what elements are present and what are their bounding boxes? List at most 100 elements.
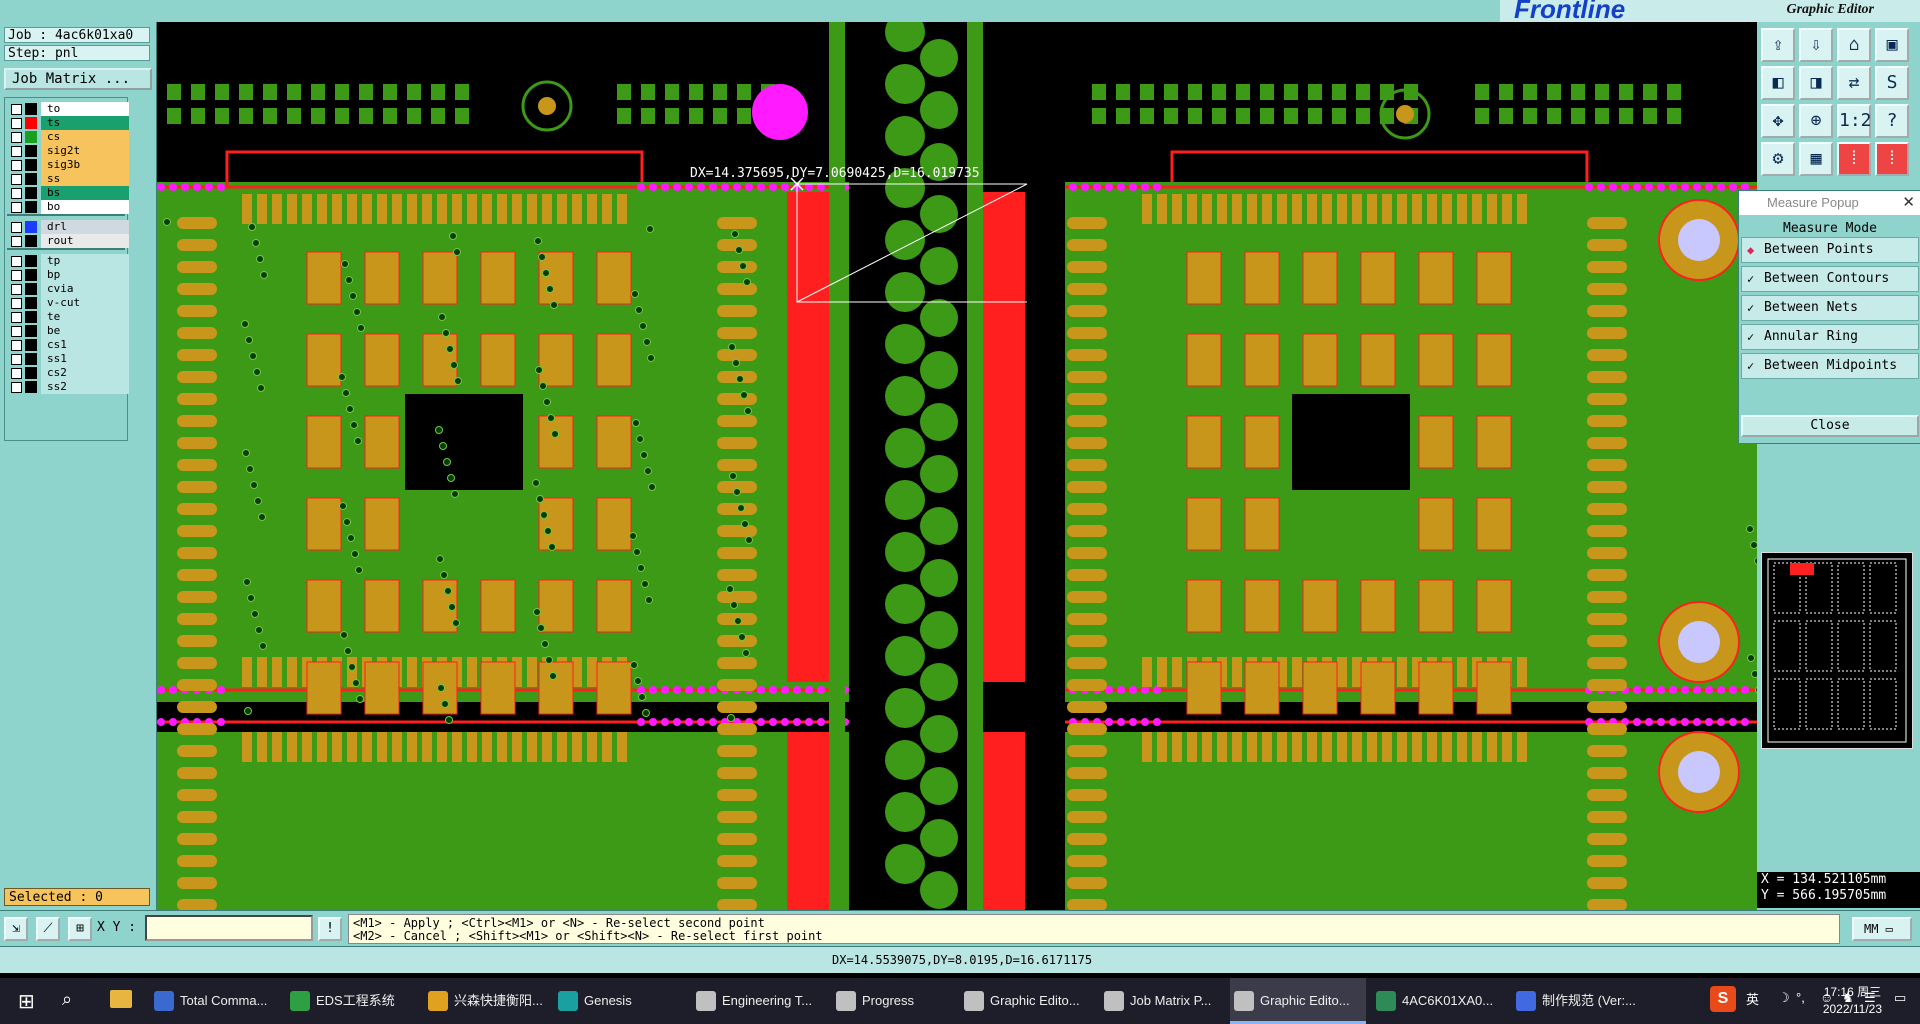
layer-name[interactable]: tp [41, 254, 129, 268]
layer-color-swatch[interactable] [25, 145, 37, 157]
option-between-nets[interactable]: ✓ Between Nets [1741, 295, 1919, 321]
layer-name[interactable]: to [41, 102, 129, 116]
help-icon[interactable]: ? [1875, 104, 1909, 138]
taskbar-app-5[interactable]: Progress [832, 978, 952, 1024]
layer-color-swatch[interactable] [25, 131, 37, 143]
layer-row-tp[interactable]: tp [7, 254, 129, 268]
pan-left-icon[interactable]: ◧ [1761, 66, 1795, 100]
layer-checkbox[interactable] [11, 270, 22, 281]
taskbar-app-3[interactable]: Genesis [554, 978, 686, 1024]
notification-icon[interactable]: ▭ [1894, 990, 1906, 1006]
layer-name[interactable]: cvia [41, 282, 129, 296]
taskbar-app-6[interactable]: Graphic Edito... [960, 978, 1092, 1024]
layer-checkbox[interactable] [11, 382, 22, 393]
layer-name[interactable]: bo [41, 200, 129, 214]
layer-checkbox[interactable] [11, 326, 22, 337]
layer-row-ss1[interactable]: ss1 [7, 352, 129, 366]
components-icon[interactable]: ⁞ [1875, 142, 1909, 176]
layer-color-swatch[interactable] [25, 297, 37, 309]
xy-input[interactable] [145, 915, 313, 941]
layer-row-bp[interactable]: bp [7, 268, 129, 282]
layer-name[interactable]: cs1 [41, 338, 129, 352]
pan-right-icon[interactable]: ◨ [1799, 66, 1833, 100]
layer-name[interactable]: ss [41, 172, 129, 186]
window-icon[interactable]: ▣ [1875, 28, 1909, 62]
search-icon[interactable]: ⌕ [62, 989, 72, 1010]
layer-name[interactable]: sig3b [41, 158, 129, 172]
layer-row-sig3b[interactable]: sig3b [7, 158, 129, 172]
layer-color-swatch[interactable] [25, 269, 37, 281]
layer-color-swatch[interactable] [25, 173, 37, 185]
taskbar-app-0[interactable]: Total Comma... [150, 978, 280, 1024]
layer-color-swatch[interactable] [25, 381, 37, 393]
zoom-icon[interactable]: ⊕ [1799, 104, 1833, 138]
layer-color-swatch[interactable] [25, 235, 37, 247]
close-icon[interactable]: ✕ [1902, 191, 1915, 215]
layer-checkbox[interactable] [11, 118, 22, 129]
option-between-midpoints[interactable]: ✓ Between Midpoints [1741, 353, 1919, 379]
layer-color-swatch[interactable] [25, 353, 37, 365]
layer-checkbox[interactable] [11, 312, 22, 323]
layer-row-rout[interactable]: rout [7, 234, 129, 248]
layer-checkbox[interactable] [11, 160, 22, 171]
layer-row-ts[interactable]: ts [7, 116, 129, 130]
taskbar-app-9[interactable]: 4AC6K01XA0... [1372, 978, 1504, 1024]
layer-row-v-cut[interactable]: v-cut [7, 296, 129, 310]
layer-checkbox[interactable] [11, 298, 22, 309]
layer-color-swatch[interactable] [25, 283, 37, 295]
file-explorer-icon[interactable] [110, 990, 132, 1008]
save-icon[interactable]: ⇩ [1799, 28, 1833, 62]
taskbar-app-1[interactable]: EDS工程系统 [286, 978, 418, 1024]
flip-icon[interactable]: ⇄ [1837, 66, 1871, 100]
layer-checkbox[interactable] [11, 340, 22, 351]
layer-checkbox[interactable] [11, 222, 22, 233]
scale-icon[interactable]: 1:2 [1837, 104, 1872, 138]
taskbar-app-8[interactable]: Graphic Edito... [1230, 978, 1366, 1024]
units-selector[interactable]: MM ▭ [1852, 917, 1912, 941]
windows-start-icon[interactable]: ⊞ [18, 989, 35, 1014]
layer-checkbox[interactable] [11, 188, 22, 199]
layer-row-be[interactable]: be [7, 324, 129, 338]
layer-name[interactable]: rout [41, 234, 129, 248]
panel-overview-map[interactable] [1761, 552, 1913, 749]
layer-name[interactable]: drl [41, 220, 129, 234]
measure-tool-icon[interactable]: ⟋ [36, 917, 60, 941]
layer-checkbox[interactable] [11, 236, 22, 247]
layer-row-cs2[interactable]: cs2 [7, 366, 129, 380]
pcb-drawing[interactable]: DX=14.375695,DY=7.0690425,D=16.019735 [157, 22, 1757, 910]
option-annular-ring[interactable]: ✓ Annular Ring [1741, 324, 1919, 350]
option-between-points[interactable]: ◆ Between Points [1741, 237, 1919, 263]
taskbar-app-4[interactable]: Engineering T... [692, 978, 822, 1024]
layer-row-cvia[interactable]: cvia [7, 282, 129, 296]
ime-mode[interactable]: 英 [1746, 989, 1759, 1008]
layer-name[interactable]: be [41, 324, 129, 338]
layer-checkbox[interactable] [11, 146, 22, 157]
layer-name[interactable]: ss1 [41, 352, 129, 366]
open-icon[interactable]: ⇪ [1761, 28, 1795, 62]
job-matrix-button[interactable]: Job Matrix ... [4, 68, 152, 90]
layer-checkbox[interactable] [11, 104, 22, 115]
tool-icon[interactable]: ⚙ [1761, 142, 1795, 176]
layer-row-bo[interactable]: bo [7, 200, 129, 214]
layer-name[interactable]: ts [41, 116, 129, 130]
layer-checkbox[interactable] [11, 202, 22, 213]
option-between-contours[interactable]: ✓ Between Contours [1741, 266, 1919, 292]
layer-row-sig2t[interactable]: sig2t [7, 144, 129, 158]
sogou-ime-icon[interactable]: S [1710, 986, 1736, 1012]
layer-row-te[interactable]: te [7, 310, 129, 324]
pcb-canvas[interactable]: DX=14.375695,DY=7.0690425,D=16.019735 [157, 22, 1757, 910]
layer-color-swatch[interactable] [25, 159, 37, 171]
layer-checkbox[interactable] [11, 132, 22, 143]
layer-name[interactable]: bp [41, 268, 129, 282]
layer-color-swatch[interactable] [25, 339, 37, 351]
layer-color-swatch[interactable] [25, 187, 37, 199]
taskbar-app-7[interactable]: Job Matrix P... [1100, 978, 1224, 1024]
layer-name[interactable]: cs [41, 130, 129, 144]
layer-color-swatch[interactable] [25, 311, 37, 323]
layer-checkbox[interactable] [11, 256, 22, 267]
layer-row-drl[interactable]: drl [7, 220, 129, 234]
layer-checkbox[interactable] [11, 368, 22, 379]
layer-row-cs1[interactable]: cs1 [7, 338, 129, 352]
layer-row-bs[interactable]: bs [7, 186, 129, 200]
layer-color-swatch[interactable] [25, 367, 37, 379]
